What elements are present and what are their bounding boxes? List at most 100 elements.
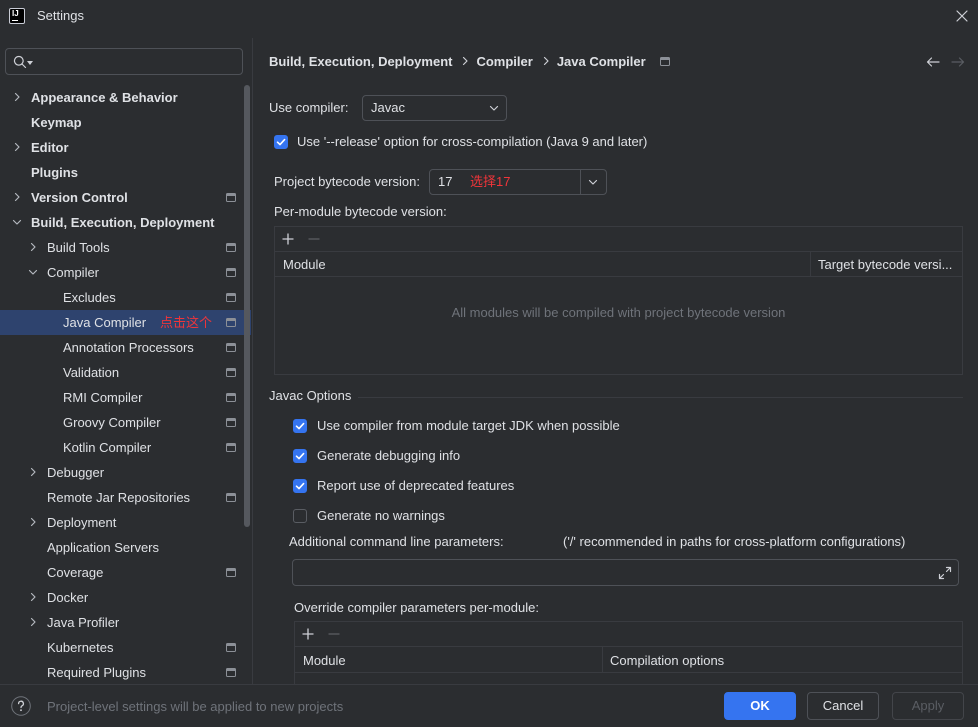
release-option-checkbox[interactable] bbox=[274, 135, 288, 149]
column-divider[interactable] bbox=[810, 252, 811, 276]
tree-item-appearance-behavior[interactable]: Appearance & Behavior bbox=[0, 85, 251, 110]
tree-item-debugger[interactable]: Debugger bbox=[0, 460, 251, 485]
remove-icon[interactable] bbox=[308, 233, 320, 245]
column-header-module[interactable]: Module bbox=[303, 653, 346, 669]
additional-params-label: Additional command line parameters: bbox=[289, 534, 504, 549]
tree-item-label: Compiler bbox=[47, 265, 100, 280]
tree-item-application-servers[interactable]: Application Servers bbox=[0, 535, 251, 560]
debugging-info-label: Generate debugging info bbox=[317, 448, 461, 463]
project-scope-icon bbox=[226, 243, 236, 252]
add-icon[interactable] bbox=[302, 628, 314, 640]
override-params-label: Override compiler parameters per-module: bbox=[294, 600, 539, 615]
tree-item-label: Appearance & Behavior bbox=[31, 90, 178, 105]
tree-item-label: Validation bbox=[63, 365, 120, 380]
search-icon bbox=[13, 55, 27, 69]
bytecode-version-combo[interactable]: 17 选择17 bbox=[429, 169, 607, 195]
tree-scrollbar[interactable] bbox=[244, 85, 250, 527]
tree-item-kotlin-compiler[interactable]: Kotlin Compiler bbox=[0, 435, 251, 460]
no-warnings-checkbox[interactable] bbox=[293, 509, 307, 523]
search-input[interactable] bbox=[38, 53, 234, 70]
project-scope-icon bbox=[226, 443, 236, 452]
tree-item-label: Coverage bbox=[47, 565, 104, 580]
combo-divider bbox=[580, 170, 581, 194]
tree-item-label: Application Servers bbox=[47, 540, 159, 555]
chevron-right-icon[interactable] bbox=[12, 192, 22, 202]
tree-item-rmi-compiler[interactable]: RMI Compiler bbox=[0, 385, 251, 410]
tree-item-excludes[interactable]: Excludes bbox=[0, 285, 251, 310]
tree-item-required-plugins[interactable]: Required Plugins bbox=[0, 660, 251, 684]
tree-item-label: Keymap bbox=[31, 115, 82, 130]
project-scope-icon bbox=[226, 193, 236, 202]
close-button[interactable] bbox=[950, 4, 974, 28]
tree-item-version-control[interactable]: Version Control bbox=[0, 185, 251, 210]
cancel-button[interactable]: Cancel bbox=[807, 692, 879, 720]
tree-item-coverage[interactable]: Coverage bbox=[0, 560, 251, 585]
breadcrumb-item[interactable]: Compiler bbox=[476, 54, 532, 69]
chevron-right-icon[interactable] bbox=[12, 92, 22, 102]
tree-item-annotation-processors[interactable]: Annotation Processors bbox=[0, 335, 251, 360]
ok-button[interactable]: OK bbox=[724, 692, 796, 720]
red-annotation: 点击这个 bbox=[160, 315, 213, 330]
tree-item-docker[interactable]: Docker bbox=[0, 585, 251, 610]
chevron-right-icon[interactable] bbox=[28, 467, 38, 477]
chevron-right-icon[interactable] bbox=[28, 517, 38, 527]
tree-item-groovy-compiler[interactable]: Groovy Compiler bbox=[0, 410, 251, 435]
project-scope-icon bbox=[226, 393, 236, 402]
intellij-app-icon: IJ bbox=[9, 8, 25, 24]
tree-item-remote-jar-repositories[interactable]: Remote Jar Repositories bbox=[0, 485, 251, 510]
tree-item-editor[interactable]: Editor bbox=[0, 135, 251, 160]
column-header-module[interactable]: Module bbox=[283, 257, 326, 273]
column-header-compilation-options[interactable]: Compilation options bbox=[610, 653, 724, 669]
chevron-right-icon[interactable] bbox=[28, 592, 38, 602]
chevron-right-icon[interactable] bbox=[28, 242, 38, 252]
tree-item-keymap[interactable]: Keymap bbox=[0, 110, 251, 135]
breadcrumb-item[interactable]: Build, Execution, Deployment bbox=[269, 54, 452, 69]
tree-item-build-execution-deployment[interactable]: Build, Execution, Deployment bbox=[0, 210, 251, 235]
chevron-right-icon[interactable] bbox=[28, 617, 38, 627]
add-icon[interactable] bbox=[282, 233, 294, 245]
tree-item-java-compiler[interactable]: Java Compiler 点击这个 bbox=[0, 310, 251, 335]
chevron-right-icon[interactable] bbox=[12, 142, 22, 152]
tree-item-validation[interactable]: Validation bbox=[0, 360, 251, 385]
remove-icon[interactable] bbox=[328, 628, 340, 640]
release-option-label: Use '--release' option for cross-compila… bbox=[297, 134, 648, 149]
forward-button[interactable] bbox=[950, 54, 966, 70]
chevron-down-icon[interactable] bbox=[588, 179, 598, 186]
additional-params-hint: ('/' recommended in paths for cross-plat… bbox=[563, 534, 906, 549]
use-compiler-label: Use compiler: bbox=[269, 100, 349, 115]
help-icon[interactable] bbox=[11, 696, 31, 716]
tree-item-label: Debugger bbox=[47, 465, 105, 480]
tree-item-kubernetes[interactable]: Kubernetes bbox=[0, 635, 251, 660]
app-icon-lettering: IJ bbox=[12, 9, 19, 18]
tree-item-label: Java Profiler bbox=[47, 615, 120, 630]
column-divider[interactable] bbox=[602, 647, 603, 672]
project-scope-icon bbox=[226, 418, 236, 427]
deprecated-features-checkbox[interactable] bbox=[293, 479, 307, 493]
back-button[interactable] bbox=[925, 54, 941, 70]
column-header-target-version[interactable]: Target bytecode versi... bbox=[818, 257, 952, 273]
tree-item-build-tools[interactable]: Build Tools bbox=[0, 235, 251, 260]
panel-divider[interactable] bbox=[252, 38, 253, 684]
compiler-select[interactable]: Javac bbox=[362, 95, 507, 121]
bytecode-version-value[interactable]: 17 bbox=[438, 170, 452, 194]
bytecode-version-label: Project bytecode version: bbox=[274, 174, 420, 189]
tree-item-label: Version Control bbox=[31, 190, 128, 205]
project-scope-icon bbox=[226, 668, 236, 677]
chevron-down-icon[interactable] bbox=[12, 217, 22, 227]
debugging-info-checkbox[interactable] bbox=[293, 449, 307, 463]
table-divider bbox=[295, 646, 962, 647]
tree-item-deployment[interactable]: Deployment bbox=[0, 510, 251, 535]
expand-icon[interactable] bbox=[938, 566, 952, 580]
chevron-down-icon[interactable] bbox=[28, 267, 38, 277]
tree-item-plugins[interactable]: Plugins bbox=[0, 160, 251, 185]
project-scope-icon bbox=[226, 643, 236, 652]
tree-item-java-profiler[interactable]: Java Profiler bbox=[0, 610, 251, 635]
settings-search[interactable] bbox=[5, 48, 243, 75]
search-history-dropdown-icon[interactable] bbox=[27, 61, 33, 65]
apply-button[interactable]: Apply bbox=[892, 692, 964, 720]
module-target-jdk-checkbox[interactable] bbox=[293, 419, 307, 433]
tree-item-label: Remote Jar Repositories bbox=[47, 490, 191, 505]
project-scope-icon bbox=[226, 568, 236, 577]
additional-params-input[interactable] bbox=[292, 559, 959, 586]
tree-item-compiler[interactable]: Compiler bbox=[0, 260, 251, 285]
